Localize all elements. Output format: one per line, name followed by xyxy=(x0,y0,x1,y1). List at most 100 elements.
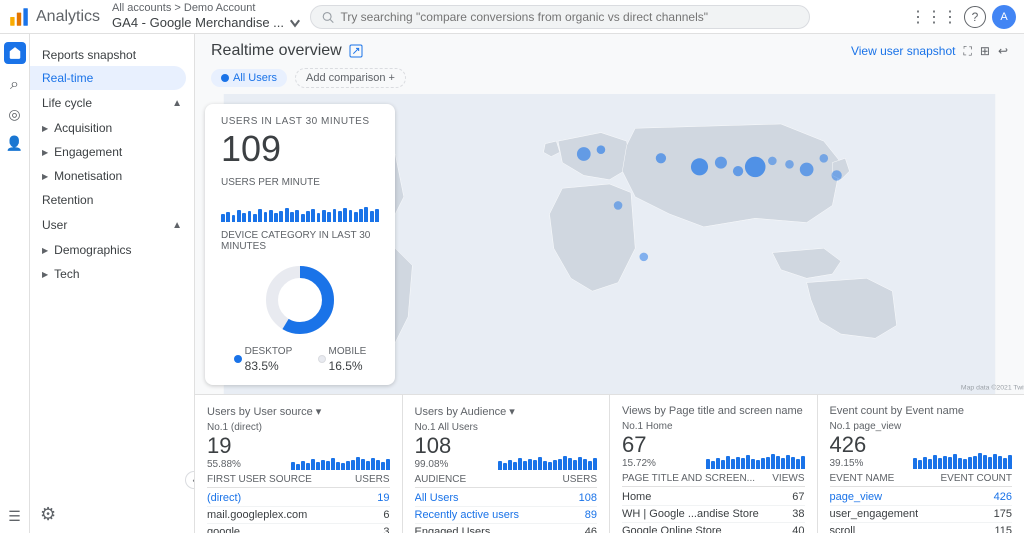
user-collapse-icon: ▲ xyxy=(172,220,182,231)
card2-dropdown-icon[interactable]: ▾ xyxy=(509,405,515,418)
sidebar-item-retention[interactable]: Retention xyxy=(30,188,186,212)
sidebar-item-engagement[interactable]: ▶ Engagement xyxy=(30,140,186,164)
settings-icon[interactable]: ⚙ xyxy=(40,504,56,525)
table-row: page_view426 xyxy=(830,489,1013,506)
share-snapshot-icon[interactable]: ↩ xyxy=(998,44,1008,58)
plus-icon: + xyxy=(389,72,395,84)
realtime-title: Realtime overview xyxy=(211,42,364,60)
card3-mini-chart xyxy=(706,447,805,469)
desktop-pct: 83.5% xyxy=(245,359,293,373)
card1-header-row: No.1 (direct) 19 55.88% xyxy=(207,422,390,470)
card4-no1-label: No.1 page_view xyxy=(830,421,902,432)
card4-title: Event count by Event name xyxy=(830,405,1013,417)
expand-triangle-icon5: ▶ xyxy=(42,270,48,279)
desktop-dot xyxy=(234,355,242,363)
card1-title: Users by User source ▾ xyxy=(207,405,390,418)
mobile-label: MOBILE xyxy=(329,346,367,357)
people-icon[interactable]: 👤 xyxy=(6,135,23,152)
expand-triangle-icon4: ▶ xyxy=(42,246,48,255)
card4-table-header: EVENT NAME EVENT COUNT xyxy=(830,473,1013,487)
topbar-icons: ⋮⋮⋮ ? A xyxy=(910,5,1016,29)
topbar: Analytics All accounts > Demo Account GA… xyxy=(0,0,1024,34)
sidebar-item-monetisation[interactable]: ▶ Monetisation xyxy=(30,164,186,188)
card4-no1-value: 426 xyxy=(830,432,902,458)
card1-pct: 55.88% xyxy=(207,459,262,470)
all-users-filter[interactable]: All Users xyxy=(211,69,287,87)
fullscreen-icon[interactable]: ⛶ xyxy=(963,44,971,59)
card4-mini-chart xyxy=(913,447,1012,469)
search-bar[interactable] xyxy=(310,5,810,29)
card1-dropdown-icon[interactable]: ▾ xyxy=(316,405,322,418)
card-event-name: Event count by Event name No.1 page_view… xyxy=(818,395,1024,533)
card-user-source: Users by User source ▾ No.1 (direct) 19 … xyxy=(195,395,403,533)
sidebar-item-demographics[interactable]: ▶ Demographics xyxy=(30,238,186,262)
icon-rail: ⌕ ◎ 👤 ☰ xyxy=(0,34,30,533)
share-icon[interactable] xyxy=(348,43,364,59)
table-row: scroll115 xyxy=(830,523,1013,533)
menu-icon[interactable]: ☰ xyxy=(8,508,21,525)
card4-pct: 39.15% xyxy=(830,458,902,469)
table-row: (direct)19 xyxy=(207,490,390,507)
mobile-legend-item: MOBILE 16.5% xyxy=(318,346,367,373)
sidebar-item-realtime[interactable]: Real-time xyxy=(30,66,186,90)
app-logo: Analytics xyxy=(8,6,100,28)
card1-table-header: FIRST USER SOURCE USERS xyxy=(207,474,390,488)
card2-table-body: All Users108Recently active users89Engag… xyxy=(415,490,598,533)
card2-no1-value: 108 xyxy=(415,433,478,459)
table-row: mail.googleplex.com6 xyxy=(207,507,390,524)
sidebar-item-tech[interactable]: ▶ Tech xyxy=(30,262,186,286)
realtime-header: Realtime overview View user snapshot ⛶ ⊞… xyxy=(195,34,1024,66)
desktop-label: DESKTOP xyxy=(245,346,293,357)
sidebar-user-header[interactable]: User ▲ xyxy=(30,212,194,238)
search-nav-icon[interactable]: ⌕ xyxy=(10,76,19,94)
table-row: Google Online Store40 xyxy=(622,523,805,533)
expand-triangle-icon3: ▶ xyxy=(42,172,48,181)
card4-table-body: page_view426user_engagement175scroll115s… xyxy=(830,489,1013,533)
content-area: Realtime overview View user snapshot ⛶ ⊞… xyxy=(195,34,1024,533)
card2-table-header: AUDIENCE USERS xyxy=(415,474,598,488)
property-name[interactable]: GA4 - Google Merchandise ... xyxy=(112,15,302,31)
account-icon[interactable]: A xyxy=(992,5,1016,29)
app-title: Analytics xyxy=(36,8,100,26)
device-donut-chart xyxy=(221,260,379,340)
card4-header-row: No.1 page_view 426 39.15% xyxy=(830,421,1013,469)
help-icon[interactable]: ? xyxy=(964,6,986,28)
users-per-min-chart xyxy=(221,192,379,222)
users-per-min-label: USERS PER MINUTE xyxy=(221,177,379,188)
card3-header-row: No.1 Home 67 15.72% xyxy=(622,421,805,469)
mobile-pct: 16.5% xyxy=(329,359,367,373)
card2-header-row: No.1 All Users 108 99.08% xyxy=(415,422,598,470)
card2-pct: 99.08% xyxy=(415,459,478,470)
target-icon[interactable]: ◎ xyxy=(8,106,20,123)
svg-text:Map data ©2021 Twit...: Map data ©2021 Twit... xyxy=(961,384,1024,392)
table-row: Recently active users89 xyxy=(415,507,598,524)
table-row: user_engagement175 xyxy=(830,506,1013,523)
table-row: Engaged Users46 xyxy=(415,524,598,533)
account-path: All accounts > Demo Account xyxy=(112,2,302,15)
expand-triangle-icon2: ▶ xyxy=(42,148,48,157)
table-row: WH | Google ...andise Store38 xyxy=(622,506,805,523)
card2-no1-label: No.1 All Users xyxy=(415,422,478,433)
home-icon[interactable] xyxy=(4,42,26,64)
users-30min-value: 109 xyxy=(221,129,379,169)
card3-title: Views by Page title and screen name xyxy=(622,405,805,417)
desktop-legend-item: DESKTOP 83.5% xyxy=(234,346,293,373)
users-30min-label: USERS IN LAST 30 MINUTES xyxy=(221,116,379,127)
view-snapshot-btn[interactable]: View user snapshot xyxy=(851,44,956,58)
sidebar-item-acquisition[interactable]: ▶ Acquisition xyxy=(30,116,186,140)
map-area: Map data ©2021 Twit... USERS IN LAST 30 … xyxy=(195,94,1024,394)
search-input[interactable] xyxy=(340,10,799,24)
table-row: All Users108 xyxy=(415,490,598,507)
device-legend: DESKTOP 83.5% MOBILE 16.5% xyxy=(221,346,379,373)
filter-bar: All Users Add comparison + xyxy=(195,66,1024,94)
search-icon xyxy=(321,10,334,24)
expand-icon[interactable]: ⊞ xyxy=(980,44,990,58)
card2-title: Users by Audience ▾ xyxy=(415,405,598,418)
sidebar-lifecycle-header[interactable]: Life cycle ▲ xyxy=(30,90,194,116)
grid-icon[interactable]: ⋮⋮⋮ xyxy=(910,7,958,27)
sidebar-collapse-icon[interactable]: ‹ xyxy=(185,471,195,489)
stats-card: USERS IN LAST 30 MINUTES 109 USERS PER M… xyxy=(205,104,395,385)
card-audience: Users by Audience ▾ No.1 All Users 108 9… xyxy=(403,395,611,533)
card1-no1-label: No.1 (direct) xyxy=(207,422,262,433)
add-comparison-btn[interactable]: Add comparison + xyxy=(295,68,406,88)
